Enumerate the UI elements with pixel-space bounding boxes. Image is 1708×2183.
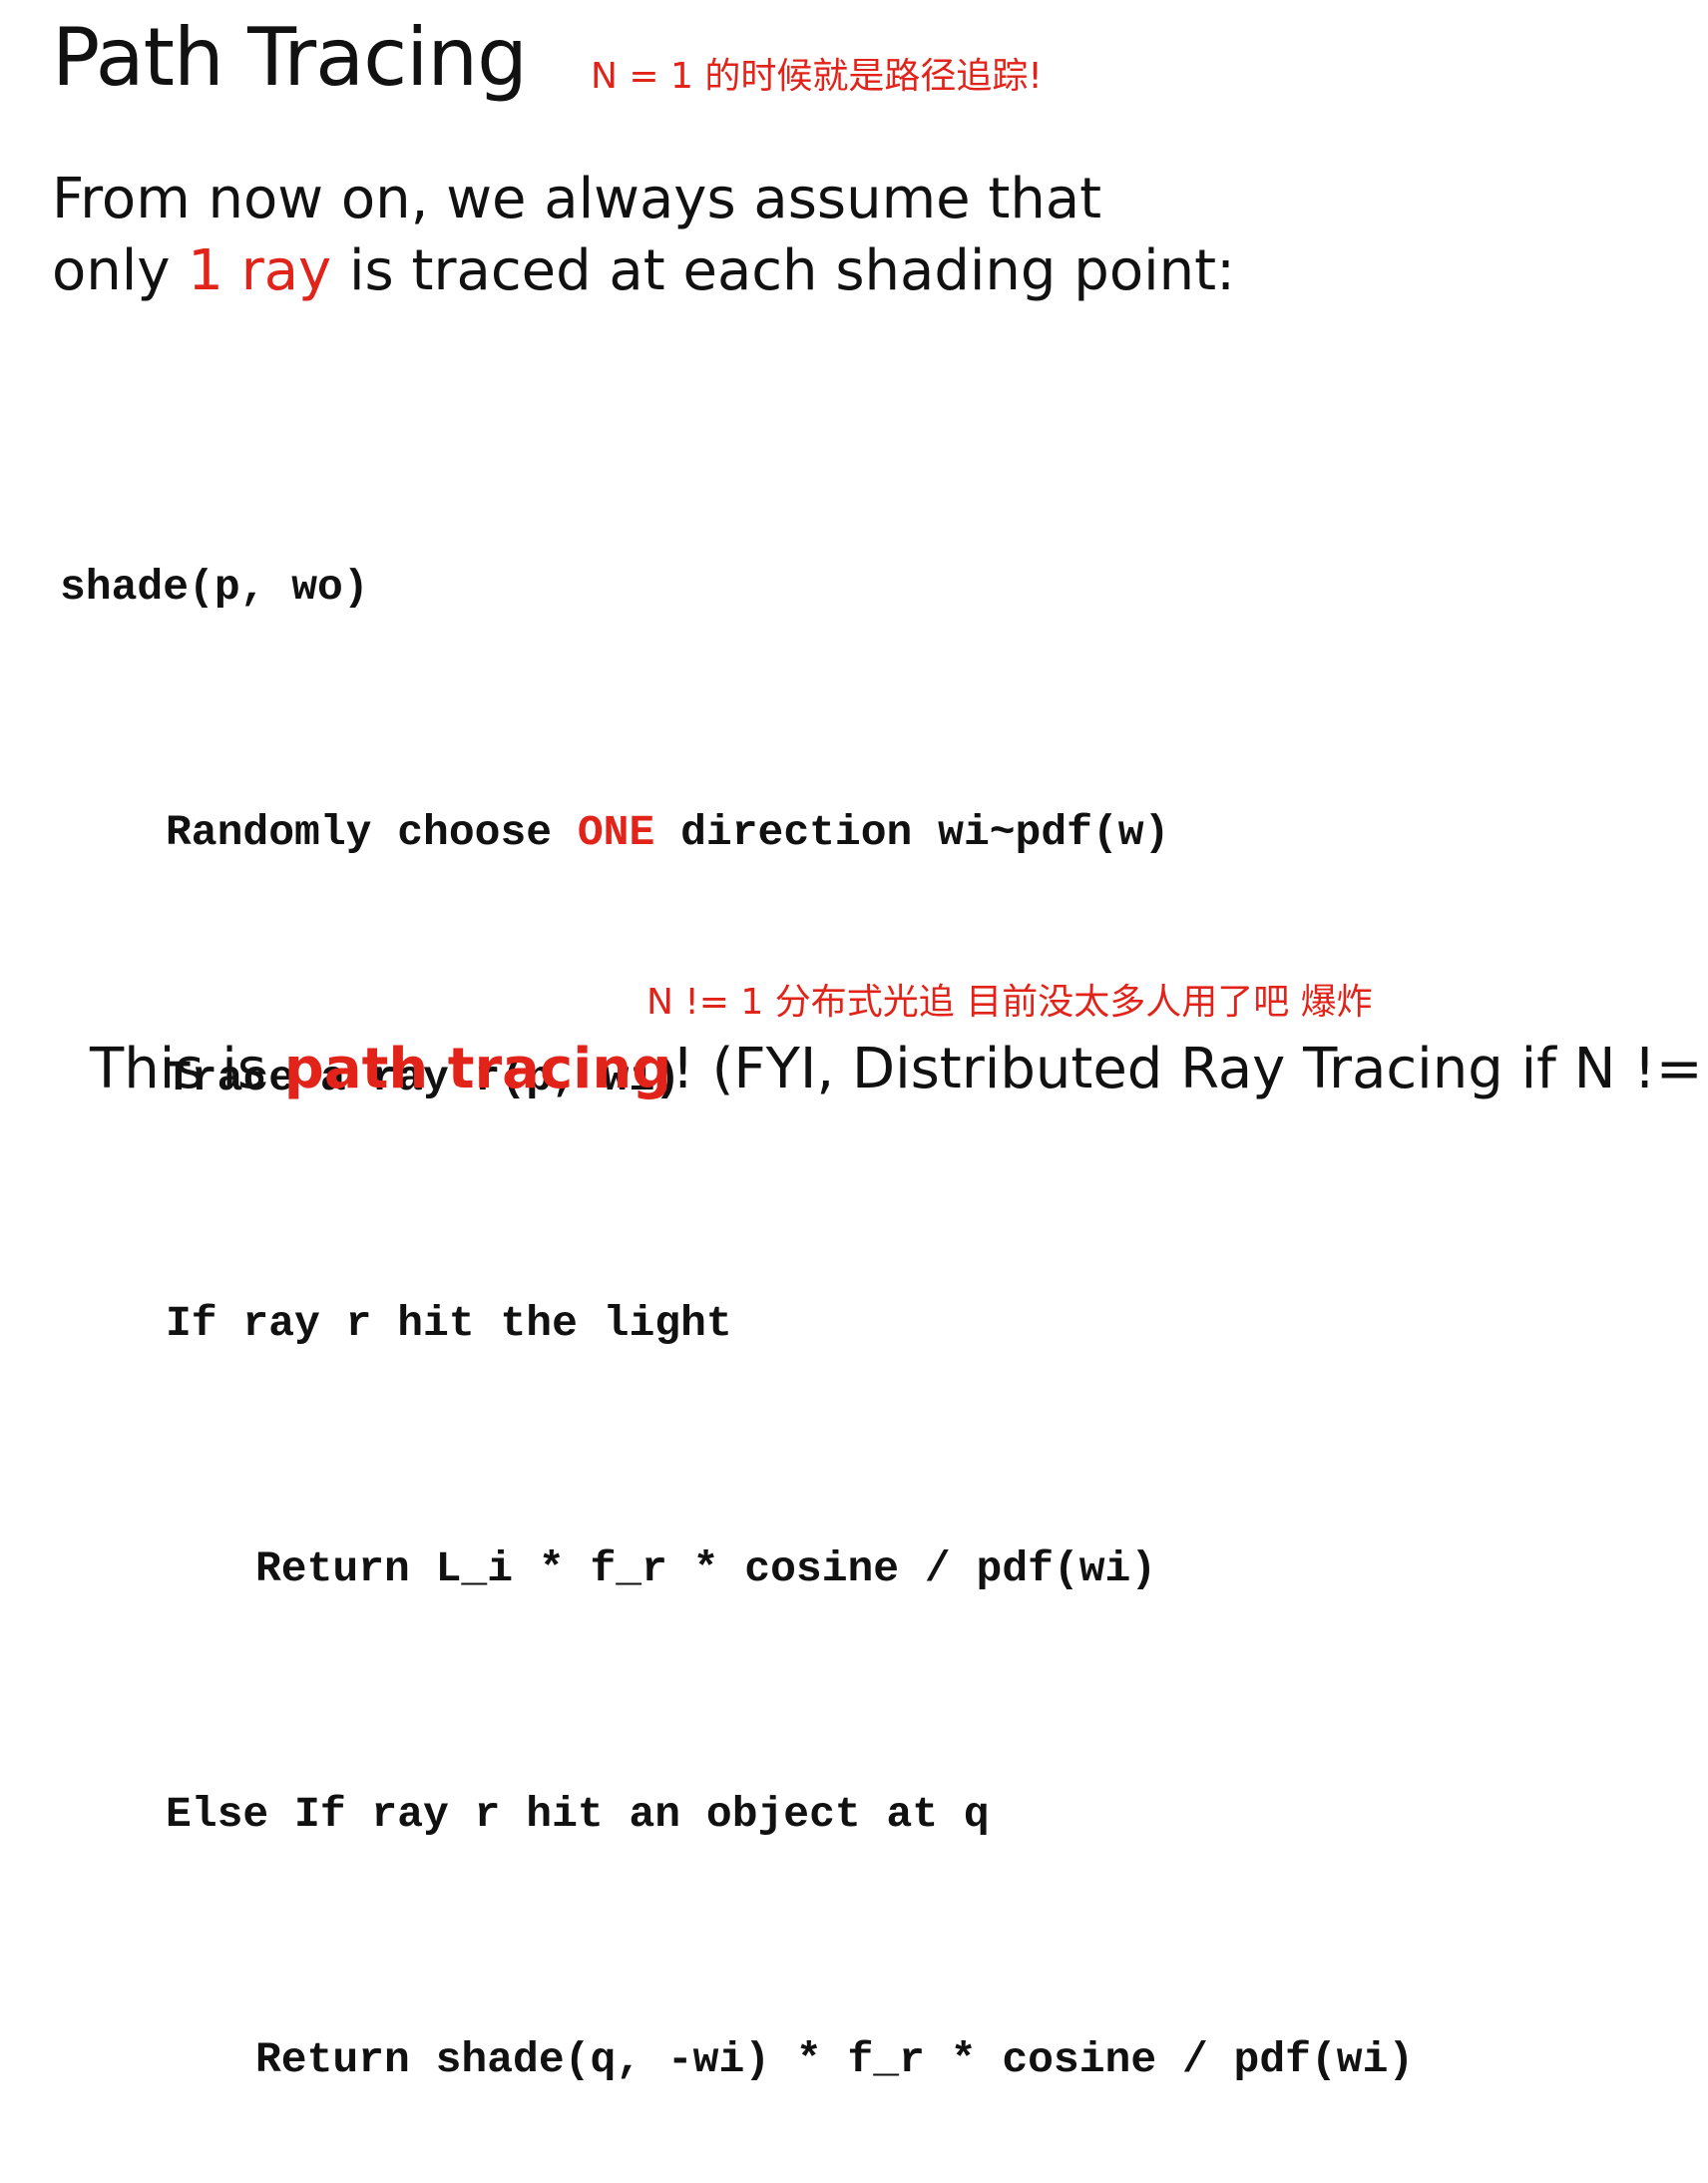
one-ray-highlight: 1 ray <box>188 238 332 303</box>
pseudocode-block: shade(p, wo) Randomly choose ONE directi… <box>60 383 1414 2183</box>
code-choose-prefix: Randomly choose <box>166 808 578 857</box>
code-line-if-hit-light: If ray r hit the light <box>166 1299 732 1348</box>
code-line-else-if-hit-object: Else If ray r hit an object at q <box>166 1790 990 1839</box>
conclusion-prefix: This is <box>90 1037 284 1101</box>
code-line-return-shade: Return shade(q, -wi) * f_r * cosine / pd… <box>255 2035 1415 2084</box>
intro-line-2-suffix: is traced at each shading point: <box>331 238 1235 303</box>
conclusion-line: This is path tracing! (FYI, Distributed … <box>90 1034 1708 1105</box>
intro-line-2: only 1 ray is traced at each shading poi… <box>52 235 1235 307</box>
annotation-note-bottom: N != 1 分布式光追 目前没太多人用了吧 爆炸 <box>646 982 1373 1023</box>
code-line-choose-direction: Randomly choose ONE direction wi~pdf(w) <box>60 792 1414 874</box>
annotation-note-top: N = 1 的时候就是路径追踪! <box>591 56 1043 97</box>
intro-line-1: From now on, we always assume that <box>52 167 1102 231</box>
code-line-function-signature: shade(p, wo) <box>60 563 369 612</box>
path-tracing-highlight: path tracing <box>283 1037 672 1101</box>
code-line-return-light: Return L_i * f_r * cosine / pdf(wi) <box>255 1544 1157 1593</box>
code-one-keyword: ONE <box>577 808 655 857</box>
slide-title: Path Tracing <box>52 11 528 104</box>
code-choose-suffix: direction wi~pdf(w) <box>654 808 1170 857</box>
conclusion-middle: ! (FYI, Distributed Ray Tracing if N != <box>671 1037 1708 1101</box>
intro-paragraph: From now on, we always assume that only … <box>52 164 1235 307</box>
intro-line-2-prefix: only <box>52 238 189 303</box>
